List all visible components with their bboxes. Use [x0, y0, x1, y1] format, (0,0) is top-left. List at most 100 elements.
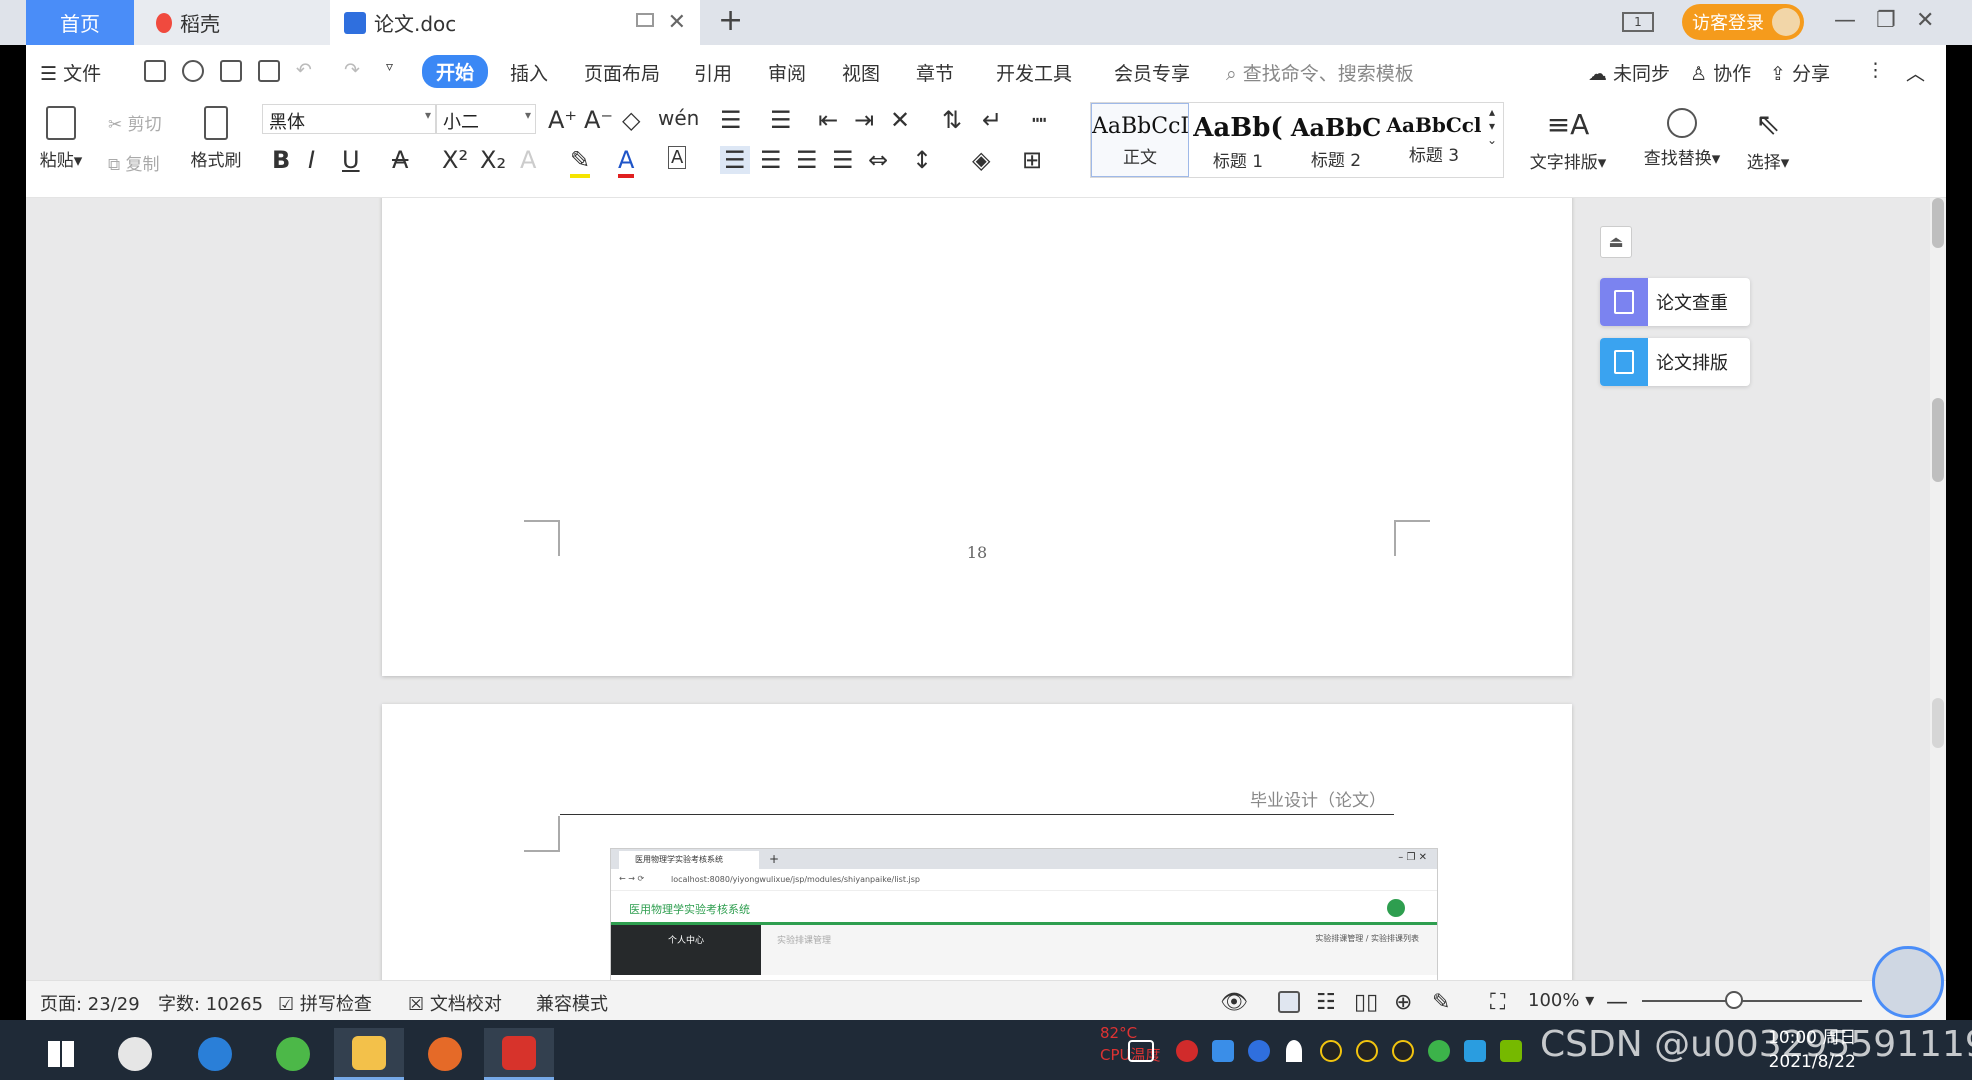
- tab-daoke[interactable]: 稻壳: [134, 0, 330, 45]
- phonetic-guide-icon[interactable]: wén: [658, 106, 699, 130]
- print-preview-icon[interactable]: [258, 60, 280, 82]
- bullet-list-icon[interactable]: ☰: [720, 106, 742, 134]
- tray-icon[interactable]: [1176, 1040, 1198, 1062]
- zoom-slider[interactable]: [1642, 1000, 1862, 1002]
- borders-icon[interactable]: ⊞: [1022, 146, 1042, 174]
- zoom-slider-handle[interactable]: [1725, 991, 1744, 1009]
- page-18[interactable]: 18: [382, 198, 1572, 676]
- page-19[interactable]: 毕业设计（论文） 医用物理学实验考核系统 + – ❐ ✕ ← → ⟳ local…: [382, 704, 1572, 980]
- align-left-icon[interactable]: ☰: [720, 146, 750, 174]
- tab-document[interactable]: 论文.doc ✕: [330, 0, 700, 45]
- nvidia-icon[interactable]: [1500, 1040, 1522, 1062]
- restore-icon[interactable]: ❐: [1876, 8, 1896, 33]
- page-indicator[interactable]: 页面: 23/29: [40, 990, 140, 1016]
- tab-review[interactable]: 审阅: [768, 59, 806, 86]
- shield-icon[interactable]: [1248, 1040, 1270, 1062]
- tab-page-layout[interactable]: 页面布局: [584, 59, 660, 86]
- copy-button[interactable]: ⧉ 复制: [108, 150, 160, 175]
- font-color-icon[interactable]: A: [618, 146, 635, 178]
- highlight-icon[interactable]: ✎: [570, 146, 591, 178]
- ruler-icon[interactable]: ┉: [1032, 106, 1046, 134]
- read-view-icon[interactable]: ▯▯: [1354, 990, 1378, 1015]
- tab-chapter[interactable]: 章节: [916, 59, 954, 86]
- start-button[interactable]: [26, 1028, 96, 1080]
- undo-icon[interactable]: ↶: [296, 59, 312, 81]
- paper-check-button[interactable]: 论文查重: [1600, 278, 1750, 326]
- tab-developer[interactable]: 开发工具: [996, 59, 1072, 86]
- taskbar-app[interactable]: [484, 1028, 554, 1080]
- zoom-out-icon[interactable]: —: [1606, 990, 1628, 1015]
- fit-page-icon[interactable]: ⛶: [1490, 990, 1505, 1015]
- outline-view-icon[interactable]: ☷: [1316, 990, 1336, 1015]
- line-spacing-icon[interactable]: ↕: [912, 146, 932, 174]
- show-marks-icon[interactable]: ↵: [982, 106, 1002, 134]
- panel-collapse-button[interactable]: ⏏: [1600, 226, 1632, 258]
- taskbar-app[interactable]: [334, 1028, 404, 1080]
- float-window-icon[interactable]: [636, 13, 654, 27]
- style-heading-2[interactable]: AaBbC 标题 2: [1287, 103, 1385, 177]
- text-effect-icon[interactable]: A: [520, 146, 536, 174]
- tray-icon[interactable]: [1212, 1040, 1234, 1062]
- eye-protect-icon[interactable]: 👁: [1220, 990, 1248, 1015]
- document-area[interactable]: 18 毕业设计（论文） 医用物理学实验考核系统 + – ❐ ✕ ← → ⟳ lo…: [26, 198, 1930, 980]
- strikethrough-icon[interactable]: A: [392, 146, 408, 174]
- font-name-select[interactable]: 黑体 ▾: [262, 104, 436, 134]
- chinese-layout-icon[interactable]: ✕: [890, 106, 910, 134]
- save-icon[interactable]: [144, 60, 166, 82]
- shading-icon[interactable]: ◈: [972, 146, 990, 174]
- styles-scroll-icon[interactable]: ▴ ▾ ⌄: [1487, 105, 1497, 147]
- sort-icon[interactable]: ⇅: [942, 106, 962, 134]
- print-icon[interactable]: [220, 60, 242, 82]
- customize-toolbar-icon[interactable]: ▿: [386, 59, 393, 75]
- find-replace-button[interactable]: 查找替换▾: [1636, 108, 1728, 169]
- collapse-ribbon-icon[interactable]: ︿: [1906, 59, 1925, 86]
- output-icon[interactable]: [182, 60, 204, 82]
- align-right-icon[interactable]: ☰: [796, 146, 818, 174]
- style-normal[interactable]: AaBbCcI 正文: [1091, 103, 1189, 177]
- subscript-icon[interactable]: X₂: [480, 146, 506, 174]
- page-view-icon[interactable]: [1278, 991, 1300, 1013]
- spell-check-button[interactable]: ☑ 拼写检查: [278, 990, 372, 1016]
- close-tab-icon[interactable]: ✕: [668, 10, 686, 35]
- sync-status[interactable]: ☁ 未同步: [1588, 59, 1670, 86]
- justify-icon[interactable]: ☰: [832, 146, 854, 174]
- char-border-icon[interactable]: A: [668, 146, 687, 169]
- more-icon[interactable]: ⋮: [1866, 59, 1885, 81]
- close-window-icon[interactable]: ✕: [1916, 8, 1934, 33]
- assistant-avatar[interactable]: [1872, 946, 1944, 1018]
- text-layout-button[interactable]: ≡A 文字排版▾: [1522, 108, 1614, 173]
- redo-icon[interactable]: ↷: [344, 59, 360, 81]
- select-button[interactable]: ⇖ 选择▾: [1738, 108, 1798, 174]
- align-center-icon[interactable]: ☰: [760, 146, 782, 174]
- numbered-list-icon[interactable]: ☰: [770, 106, 792, 134]
- bold-icon[interactable]: B: [272, 146, 290, 174]
- tab-view[interactable]: 视图: [842, 59, 880, 86]
- tray-icon[interactable]: [1428, 1040, 1450, 1062]
- qq-icon[interactable]: [1320, 1040, 1342, 1062]
- guest-login-button[interactable]: 访客登录: [1682, 4, 1804, 40]
- command-search[interactable]: ⌕ 查找命令、搜索模板: [1226, 59, 1414, 86]
- shrink-font-icon[interactable]: A⁻: [584, 106, 613, 134]
- web-view-icon[interactable]: ⊕: [1394, 990, 1412, 1015]
- grow-font-icon[interactable]: A⁺: [548, 106, 577, 134]
- increase-indent-icon[interactable]: ⇥: [854, 106, 874, 134]
- distribute-icon[interactable]: ⇔: [868, 146, 888, 174]
- superscript-icon[interactable]: X²: [442, 146, 468, 174]
- paper-layout-button[interactable]: 论文排版: [1600, 338, 1750, 386]
- window-count-icon[interactable]: 1: [1622, 12, 1654, 32]
- taskbar-app[interactable]: [100, 1028, 170, 1080]
- taskbar-app[interactable]: [258, 1028, 328, 1080]
- font-size-select[interactable]: 小二 ▾: [436, 104, 536, 134]
- tab-member[interactable]: 会员专享: [1114, 59, 1190, 86]
- tab-references[interactable]: 引用: [694, 59, 732, 86]
- tab-insert[interactable]: 插入: [510, 59, 548, 86]
- tab-home[interactable]: 首页: [26, 0, 134, 45]
- taskbar-app[interactable]: [180, 1028, 250, 1080]
- qq-icon[interactable]: [1392, 1040, 1414, 1062]
- write-mode-icon[interactable]: ✎: [1432, 990, 1450, 1015]
- new-tab-button[interactable]: +: [718, 6, 743, 36]
- qq-icon[interactable]: [1356, 1040, 1378, 1062]
- scrollbar-thumb[interactable]: [1932, 398, 1944, 482]
- tray-icon[interactable]: [1464, 1040, 1486, 1062]
- collab-button[interactable]: ♙ 协作: [1690, 59, 1751, 86]
